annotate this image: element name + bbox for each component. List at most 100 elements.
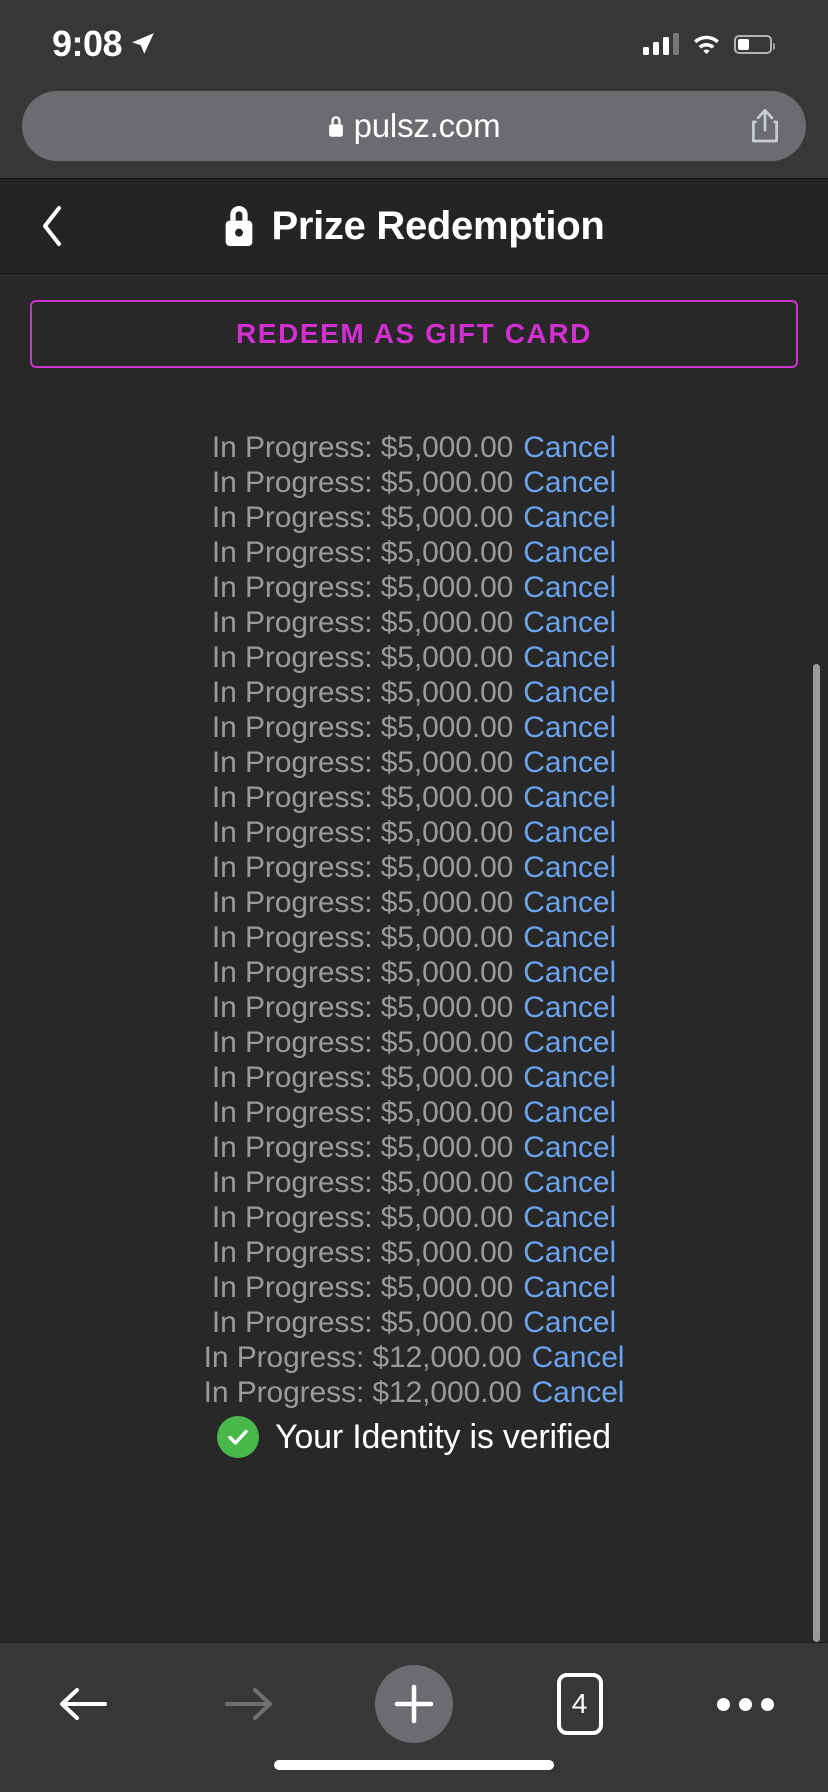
- cancel-link[interactable]: Cancel: [523, 886, 616, 920]
- ellipsis-icon: [716, 1697, 774, 1711]
- table-row: In Progress: $5,000.00 Cancel: [0, 920, 828, 955]
- cancel-link[interactable]: Cancel: [523, 501, 616, 535]
- plus-icon: [394, 1684, 434, 1724]
- cancel-link[interactable]: Cancel: [523, 1026, 616, 1060]
- browser-url-bar-container: pulsz.com: [0, 88, 828, 178]
- redemption-status-amount: In Progress: $5,000.00: [211, 1060, 514, 1094]
- table-row: In Progress: $5,000.00 Cancel: [0, 430, 828, 465]
- redemption-status-amount: In Progress: $5,000.00: [211, 780, 514, 814]
- table-row: In Progress: $5,000.00 Cancel: [0, 605, 828, 640]
- arrow-left-icon: [60, 1688, 107, 1720]
- cancel-link[interactable]: Cancel: [532, 1341, 625, 1375]
- table-row: In Progress: $5,000.00 Cancel: [0, 885, 828, 920]
- cancel-link[interactable]: Cancel: [523, 1306, 616, 1340]
- cancel-link[interactable]: Cancel: [523, 711, 616, 745]
- cancel-link[interactable]: Cancel: [523, 1201, 616, 1235]
- tabs-button[interactable]: 4: [541, 1665, 619, 1743]
- table-row: In Progress: $5,000.00 Cancel: [0, 535, 828, 570]
- cancel-link[interactable]: Cancel: [523, 746, 616, 780]
- cancel-link[interactable]: Cancel: [523, 921, 616, 955]
- table-row: In Progress: $5,000.00 Cancel: [0, 990, 828, 1025]
- table-row: In Progress: $5,000.00 Cancel: [0, 640, 828, 675]
- battery-low-icon: [734, 34, 775, 54]
- table-row: In Progress: $5,000.00 Cancel: [0, 1235, 828, 1270]
- redemption-status-amount: In Progress: $12,000.00: [203, 1375, 522, 1409]
- cancel-link[interactable]: Cancel: [523, 676, 616, 710]
- status-bar: 9:08: [0, 0, 828, 88]
- page-title-text: Prize Redemption: [271, 203, 605, 248]
- cancel-link[interactable]: Cancel: [523, 956, 616, 990]
- share-icon[interactable]: [750, 108, 780, 144]
- status-bar-left: 9:08: [52, 23, 156, 65]
- vertical-scrollbar[interactable]: [813, 664, 820, 1642]
- table-row: In Progress: $5,000.00 Cancel: [0, 745, 828, 780]
- table-row: In Progress: $5,000.00 Cancel: [0, 955, 828, 990]
- table-row: In Progress: $5,000.00 Cancel: [0, 1270, 828, 1305]
- redemption-status-amount: In Progress: $5,000.00: [211, 1025, 514, 1059]
- table-row: In Progress: $5,000.00 Cancel: [0, 710, 828, 745]
- cancel-link[interactable]: Cancel: [523, 431, 616, 465]
- redemption-status-amount: In Progress: $5,000.00: [211, 535, 514, 569]
- table-row: In Progress: $12,000.00 Cancel: [0, 1375, 828, 1410]
- table-row: In Progress: $5,000.00 Cancel: [0, 1165, 828, 1200]
- cancel-link[interactable]: Cancel: [523, 1061, 616, 1095]
- browser-forward-button[interactable]: [210, 1665, 288, 1743]
- redemption-status-amount: In Progress: $5,000.00: [211, 1130, 514, 1164]
- cancel-link[interactable]: Cancel: [523, 1271, 616, 1305]
- chevron-left-icon: [43, 206, 61, 246]
- redemption-status-amount: In Progress: $5,000.00: [211, 465, 514, 499]
- cancel-link[interactable]: Cancel: [523, 641, 616, 675]
- redemption-status-amount: In Progress: $5,000.00: [211, 640, 514, 674]
- table-row: In Progress: $5,000.00 Cancel: [0, 570, 828, 605]
- new-tab-button[interactable]: [375, 1665, 453, 1743]
- status-bar-clock: 9:08: [52, 23, 123, 64]
- cancel-link[interactable]: Cancel: [523, 571, 616, 605]
- more-options-button[interactable]: [706, 1665, 784, 1743]
- back-button[interactable]: [30, 198, 74, 254]
- table-row: In Progress: $5,000.00 Cancel: [0, 1095, 828, 1130]
- cancel-link[interactable]: Cancel: [523, 816, 616, 850]
- cancel-link[interactable]: Cancel: [523, 1166, 616, 1200]
- redemption-status-amount: In Progress: $5,000.00: [211, 1270, 514, 1304]
- cellular-signal-icon: [643, 33, 679, 55]
- redemption-status-amount: In Progress: $5,000.00: [211, 990, 514, 1024]
- check-circle-icon: [217, 1416, 260, 1458]
- redemption-status-amount: In Progress: $5,000.00: [211, 1305, 514, 1339]
- browser-back-button[interactable]: [44, 1665, 122, 1743]
- redeem-as-gift-card-button[interactable]: REDEEM AS GIFT CARD: [30, 300, 798, 368]
- table-row: In Progress: $5,000.00 Cancel: [0, 1305, 828, 1340]
- cancel-link[interactable]: Cancel: [523, 536, 616, 570]
- identity-verified-text: Your Identity is verified: [275, 1417, 611, 1456]
- cancel-link[interactable]: Cancel: [523, 851, 616, 885]
- cancel-link[interactable]: Cancel: [523, 991, 616, 1025]
- redemption-status-amount: In Progress: $5,000.00: [211, 920, 514, 954]
- table-row: In Progress: $5,000.00 Cancel: [0, 1130, 828, 1165]
- redemption-status-amount: In Progress: $5,000.00: [211, 1165, 514, 1199]
- cancel-link[interactable]: Cancel: [523, 1131, 616, 1165]
- redemption-status-amount: In Progress: $5,000.00: [211, 1095, 514, 1129]
- url-bar[interactable]: pulsz.com: [22, 91, 806, 161]
- cancel-link[interactable]: Cancel: [523, 1236, 616, 1270]
- wifi-icon: [694, 35, 719, 55]
- redemption-status-amount: In Progress: $5,000.00: [211, 1200, 514, 1234]
- arrow-right-icon: [224, 1688, 272, 1720]
- cancel-link[interactable]: Cancel: [523, 466, 616, 500]
- identity-verified-banner: Your Identity is verified: [0, 1412, 828, 1462]
- redemption-status-amount: In Progress: $5,000.00: [211, 605, 514, 639]
- redemption-status-amount: In Progress: $5,000.00: [211, 815, 514, 849]
- redemption-status-amount: In Progress: $5,000.00: [211, 570, 514, 604]
- redemption-list: In Progress: $5,000.00 Cancel In Progress:…: [0, 430, 828, 1410]
- redemption-status-amount: In Progress: $5,000.00: [211, 955, 514, 989]
- cancel-link[interactable]: Cancel: [523, 1096, 616, 1130]
- status-bar-right: [643, 33, 775, 55]
- cancel-link[interactable]: Cancel: [523, 606, 616, 640]
- cancel-link[interactable]: Cancel: [523, 781, 616, 815]
- table-row: In Progress: $12,000.00 Cancel: [0, 1340, 828, 1375]
- page-title: Prize Redemption: [0, 204, 828, 249]
- home-indicator: [274, 1760, 554, 1770]
- redemption-status-amount: In Progress: $5,000.00: [211, 430, 514, 464]
- cancel-link[interactable]: Cancel: [532, 1376, 625, 1410]
- checkmark-icon: [228, 1429, 248, 1445]
- phone-screen: 9:08 pulsz.com Prize Redemption REDEEM A…: [0, 0, 828, 1792]
- redemption-status-amount: In Progress: $5,000.00: [211, 710, 514, 744]
